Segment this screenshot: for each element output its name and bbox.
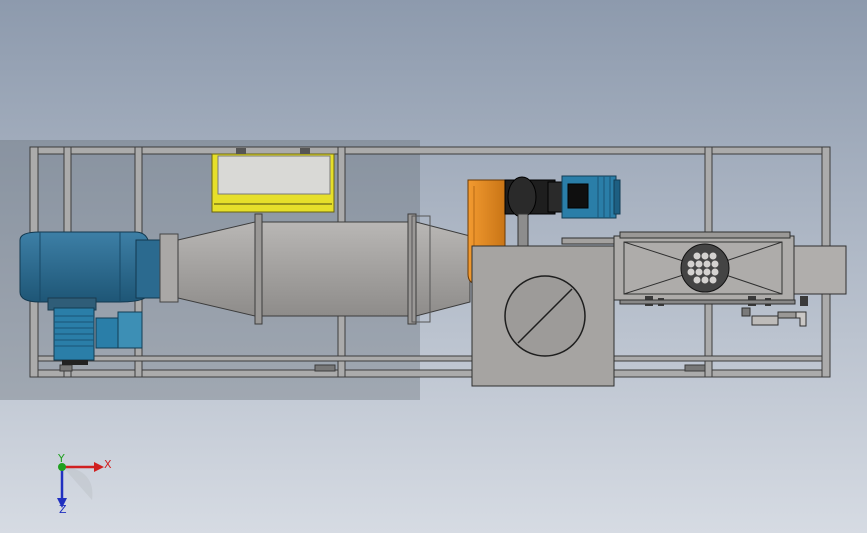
yellow-box-hinge-1 xyxy=(236,148,246,154)
yellow-box-lid xyxy=(217,155,331,195)
drive-motor-endcap xyxy=(613,179,621,215)
valve-stem xyxy=(777,311,797,319)
heater-outlet-box xyxy=(793,245,847,295)
heater-top-flange xyxy=(619,231,791,239)
drive-shaft-support xyxy=(517,213,529,247)
yellow-control-box[interactable] xyxy=(211,148,335,213)
drive-motor-terminal xyxy=(567,183,589,209)
frame-foot-1 xyxy=(59,364,73,372)
drive-coupling xyxy=(547,181,563,213)
blower-motor-bracket xyxy=(117,311,143,349)
frame-inner-rail-2 xyxy=(604,355,823,362)
blower-outlet-collar xyxy=(159,233,179,303)
blower-outlet-flange xyxy=(135,239,161,299)
duct-main-section xyxy=(261,221,413,317)
blower-motor-terminal-box xyxy=(95,317,119,349)
heater-mount-rail xyxy=(561,237,623,245)
cad-viewport[interactable]: X Z Y xyxy=(0,0,867,533)
yellow-box-hinge-2 xyxy=(300,148,310,154)
valve-handle xyxy=(741,307,751,317)
blower-motor-foot xyxy=(62,360,88,365)
heater-element-bundle xyxy=(680,243,730,293)
heater-under-rail xyxy=(619,299,796,305)
frame-foot-2 xyxy=(314,364,336,372)
duct-assembly[interactable] xyxy=(177,213,471,325)
frame-foot-3 xyxy=(684,364,706,372)
duct-transition-right xyxy=(415,221,471,317)
triad-x-label: X xyxy=(104,458,112,471)
frame-inner-rail xyxy=(37,355,539,362)
triad-y-label: Y xyxy=(57,452,65,465)
triad-z-label: Z xyxy=(59,503,67,516)
duct-flange-1 xyxy=(254,213,263,325)
square-chamber[interactable] xyxy=(471,245,615,387)
drive-gearbox-flange xyxy=(507,176,537,218)
valve-body xyxy=(751,315,779,326)
